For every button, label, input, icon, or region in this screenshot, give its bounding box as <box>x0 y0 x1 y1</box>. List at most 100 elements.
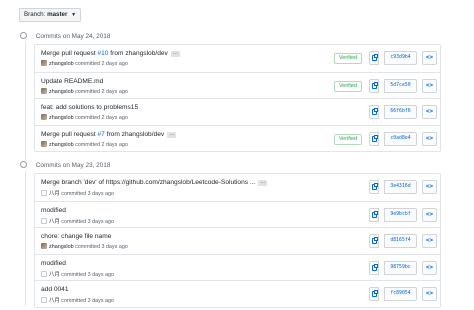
avatar[interactable] <box>41 60 47 66</box>
commit-sha-link[interactable]: 9e9bcbf <box>384 207 417 222</box>
commit-time: committed 2 days ago <box>75 61 128 67</box>
clippy-icon <box>372 183 378 190</box>
commit-row: add 0041 八月 committed 3 days ago fc89054 <> <box>35 280 440 307</box>
avatar[interactable] <box>41 114 47 120</box>
commit-title-link[interactable]: feat: add solutions to problems15 <box>41 104 138 111</box>
copy-sha-button[interactable] <box>369 105 379 119</box>
commit-author[interactable]: zhangslob <box>49 244 74 250</box>
commit-title-link[interactable]: from zhangslob/dev <box>105 131 165 138</box>
code-icon: <> <box>425 81 434 89</box>
commit-author[interactable]: 八月 <box>49 298 60 304</box>
commit-title-link[interactable]: modified <box>41 260 66 267</box>
verified-badge[interactable]: Verified <box>334 133 362 145</box>
commit-message: Merge pull request #7 from zhangslob/dev… <box>41 131 177 138</box>
commit-author[interactable]: 八月 <box>49 191 60 197</box>
commit-author[interactable]: zhangslob <box>49 142 74 148</box>
pull-request-link[interactable]: #7 <box>97 131 104 138</box>
copy-sha-button[interactable] <box>369 260 379 275</box>
commit-meta: zhangslob committed 2 days ago <box>41 114 128 121</box>
pull-request-link[interactable]: #10 <box>97 50 108 57</box>
commit-sha-link[interactable]: d8165f4 <box>384 234 417 248</box>
commit-sha-link[interactable]: 66f6bf6 <box>384 105 417 119</box>
commit-meta: zhangslob committed 2 days ago <box>41 87 128 95</box>
commit-message: modified <box>41 207 66 214</box>
code-icon: <> <box>425 134 434 142</box>
avatar[interactable] <box>41 140 47 147</box>
commit-message: modified <box>41 260 66 267</box>
commit-meta: 八月 committed 3 days ago <box>41 270 114 278</box>
commit-time: committed 2 days ago <box>75 115 128 121</box>
clippy-icon <box>372 108 378 115</box>
commit-title-link[interactable]: add 0041 <box>41 286 69 293</box>
commit-title-link[interactable]: Merge pull request <box>41 131 97 138</box>
commit-author[interactable]: zhangslob <box>49 89 74 95</box>
commit-title-link[interactable]: Merge pull request <box>41 50 97 57</box>
avatar[interactable] <box>41 297 47 303</box>
avatar[interactable] <box>41 87 47 94</box>
group-date-label: Commits on May 23, 2018 <box>35 162 111 169</box>
commit-time: committed 3 days ago <box>61 298 115 304</box>
commit-sha-link[interactable]: 5d7ce50 <box>384 78 417 93</box>
commit-time: committed 3 days ago <box>61 191 115 197</box>
verified-badge[interactable]: Verified <box>334 53 362 64</box>
clippy-icon <box>372 134 378 142</box>
branch-name: master <box>47 11 68 18</box>
commit-time: committed 2 days ago <box>75 88 128 95</box>
copy-sha-button[interactable] <box>369 207 379 222</box>
commit-meta: zhangslob committed 2 days ago <box>41 60 128 67</box>
commit-meta: 八月 committed 3 days ago <box>41 296 114 304</box>
commit-time: committed 3 days ago <box>75 244 128 250</box>
commit-row: feat: add solutions to problems15 zhangsl… <box>35 98 440 125</box>
commit-sha-link[interactable]: c93d9b4 <box>384 51 417 65</box>
commit-author[interactable]: 八月 <box>49 272 60 278</box>
copy-sha-button[interactable] <box>369 51 379 65</box>
browse-repo-button[interactable]: <> <box>422 131 437 146</box>
code-icon: <> <box>425 210 434 218</box>
commit-title-link[interactable]: chore: change file name <box>41 233 111 240</box>
browse-repo-button[interactable]: <> <box>422 180 437 194</box>
commit-message: Update README.md <box>41 78 103 85</box>
avatar[interactable] <box>41 217 47 224</box>
commit-sha-link[interactable]: c0ad8e4 <box>384 131 417 146</box>
branch-label: Branch: <box>24 11 46 18</box>
commit-sha-link[interactable]: fc89054 <box>384 287 417 301</box>
commit-time: committed 3 days ago <box>61 271 115 278</box>
commit-author[interactable]: zhangslob <box>49 115 74 121</box>
commit-title-link[interactable]: Update README.md <box>41 78 103 85</box>
commit-row: chore: change file name zhangslob committ… <box>35 227 440 254</box>
expand-description-button[interactable]: … <box>258 180 268 186</box>
commit-row: Merge pull request #10 from zhangslob/de… <box>35 45 440 72</box>
browse-repo-button[interactable]: <> <box>422 234 437 248</box>
commit-message: feat: add solutions to problems15 <box>41 104 138 111</box>
commit-title-link[interactable]: Merge branch 'dev' of https://github.com… <box>41 179 255 186</box>
browse-repo-button[interactable]: <> <box>422 105 437 119</box>
browse-repo-button[interactable]: <> <box>422 78 437 93</box>
browse-repo-button[interactable]: <> <box>422 51 437 65</box>
verified-badge[interactable]: Verified <box>334 80 362 92</box>
commit-list-may-23: Merge branch 'dev' of https://github.com… <box>34 173 441 308</box>
commit-sha-link[interactable]: 98759bc <box>384 260 417 275</box>
commit-author[interactable]: 八月 <box>49 219 60 225</box>
code-icon: <> <box>425 183 434 190</box>
avatar[interactable] <box>41 190 47 196</box>
branch-select-button[interactable]: Branch: master ▼ <box>19 8 82 22</box>
avatar[interactable] <box>41 243 47 249</box>
commit-author[interactable]: zhangslob <box>49 61 74 67</box>
clippy-icon <box>372 210 378 218</box>
copy-sha-button[interactable] <box>369 287 379 301</box>
expand-description-button[interactable]: … <box>170 51 180 57</box>
copy-sha-button[interactable] <box>369 234 379 248</box>
avatar[interactable] <box>41 270 47 277</box>
commit-title-link[interactable]: modified <box>41 207 66 214</box>
browse-repo-button[interactable]: <> <box>422 207 437 222</box>
code-icon: <> <box>425 54 434 61</box>
commit-title-link[interactable]: from zhangslob/dev <box>108 50 168 57</box>
copy-sha-button[interactable] <box>369 180 379 194</box>
browse-repo-button[interactable]: <> <box>422 260 437 275</box>
expand-description-button[interactable]: … <box>167 131 177 138</box>
browse-repo-button[interactable]: <> <box>422 287 437 301</box>
commit-list-may-24: Merge pull request #10 from zhangslob/de… <box>34 44 441 152</box>
commit-sha-link[interactable]: 3e4316d <box>384 180 417 194</box>
copy-sha-button[interactable] <box>369 78 379 93</box>
copy-sha-button[interactable] <box>369 131 379 146</box>
